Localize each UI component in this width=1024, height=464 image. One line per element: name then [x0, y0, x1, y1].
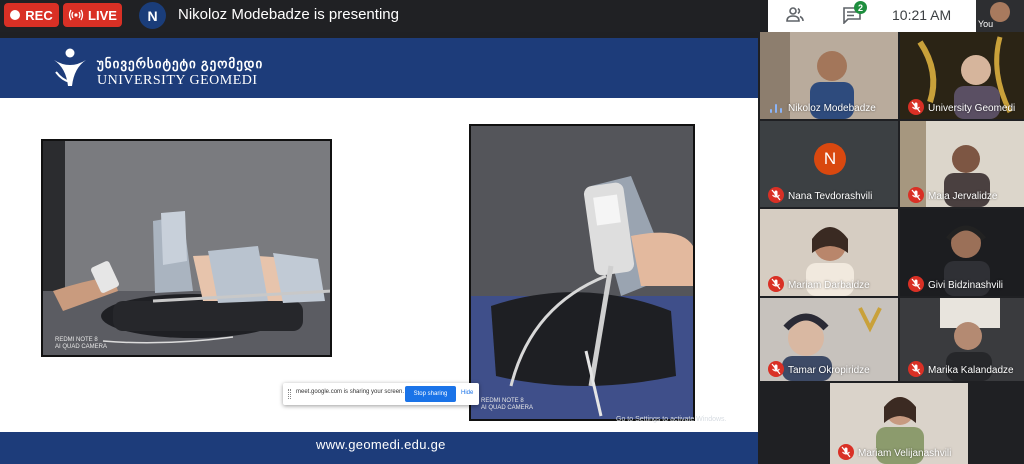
participant-tile-4[interactable]: Maia Jervalidze — [900, 121, 1024, 207]
participant-tile-7[interactable]: Tamar Okropiridze — [760, 298, 898, 381]
meeting-controls-bar: 2 10:21 AM You — [768, 0, 1024, 32]
mic-off-icon — [908, 276, 924, 292]
speaking-indicator-icon — [770, 103, 782, 113]
participant-name: Tamar Okropiridze — [788, 365, 870, 376]
participant-tile-1[interactable]: Nikoloz Modebadze — [760, 32, 898, 119]
camera-watermark-2: REDMI NOTE 8 AI QUAD CAMERA — [481, 398, 534, 411]
live-badge: LIVE — [63, 3, 122, 27]
participant-name: Givi Bidzinashvili — [928, 280, 1004, 291]
presenter-avatar: N — [139, 2, 166, 29]
device-photo-closeup: REDMI NOTE 8 AI QUAD CAMERA — [469, 124, 695, 421]
chat-badge: 2 — [854, 1, 867, 14]
rec-label: REC — [25, 7, 53, 23]
participant-name: Nikoloz Modebadze — [788, 103, 876, 114]
live-label: LIVE — [88, 7, 117, 23]
people-icon[interactable] — [786, 6, 804, 24]
participant-tile-2[interactable]: University Geomedi — [900, 32, 1024, 119]
participant-tile-6[interactable]: Givi Bidzinashvili — [900, 209, 1024, 296]
drag-handle-icon[interactable] — [288, 389, 291, 399]
self-view[interactable]: You — [976, 0, 1024, 32]
broadcast-icon — [68, 9, 84, 21]
participant-tile-3[interactable]: N Nana Tevdorashvili — [760, 121, 898, 207]
meet-screen: REC LIVE N Nikoloz Modebadze is presenti… — [0, 0, 1024, 464]
participant-tile-8[interactable]: Marika Kalandadze — [900, 298, 1024, 381]
top-bar: REC LIVE N Nikoloz Modebadze is presenti… — [0, 0, 760, 32]
camera-watermark-1: REDMI NOTE 8 AI QUAD CAMERA — [55, 337, 108, 350]
self-label: You — [978, 19, 994, 29]
mic-off-icon — [908, 361, 924, 377]
participant-name: University Geomedi — [928, 103, 1016, 114]
record-dot-icon — [10, 10, 21, 20]
participant-tile-9[interactable]: Mariam Velijanashvili — [830, 383, 968, 464]
mic-off-icon — [838, 444, 854, 460]
presenting-text: Nikoloz Modebadze is presenting — [178, 6, 399, 23]
participant-name: Maia Jervalidze — [928, 191, 998, 202]
device-photo-side: REDMI NOTE 8 AI QUAD CAMERA — [41, 139, 332, 357]
geomedi-logo-icon — [54, 48, 86, 86]
mic-off-icon — [908, 99, 924, 115]
participant-name: Marika Kalandadze — [928, 365, 1014, 376]
stop-sharing-button[interactable]: Stop sharing — [405, 386, 456, 402]
mic-off-icon — [768, 187, 784, 203]
hide-share-bar-button[interactable]: Hide — [461, 390, 473, 396]
rec-badge: REC — [4, 3, 59, 27]
device-photo-side-image — [43, 141, 330, 355]
participant-name: Mariam Velijanashvili — [858, 448, 952, 459]
logo-georgian-text: უნივერსიტეტი გეომედი — [97, 56, 264, 71]
slide-footer: www.geomedi.edu.ge — [0, 432, 758, 464]
participant-name: Nana Tevdorashvili — [788, 191, 873, 202]
participant-avatar: N — [814, 143, 846, 175]
mic-off-icon — [768, 276, 784, 292]
screen-share-bar: meet.google.com is sharing your screen. … — [283, 383, 479, 405]
mic-off-icon — [768, 361, 784, 377]
clock: 10:21 AM — [892, 7, 952, 23]
participant-tile-5[interactable]: Mariam Darbaidze — [760, 209, 898, 296]
activate-windows-watermark: Go to Settings to activate Windows. — [616, 416, 727, 423]
share-text: meet.google.com is sharing your screen. — [296, 389, 405, 395]
slide-header: უნივერსიტეტი გეომედი UNIVERSITY GEOMEDI — [0, 38, 758, 98]
footer-url: www.geomedi.edu.ge — [316, 437, 446, 452]
participant-name: Mariam Darbaidze — [788, 280, 870, 291]
mic-off-icon — [908, 187, 924, 203]
device-photo-closeup-image — [471, 126, 693, 419]
logo-english-text: UNIVERSITY GEOMEDI — [97, 73, 258, 88]
